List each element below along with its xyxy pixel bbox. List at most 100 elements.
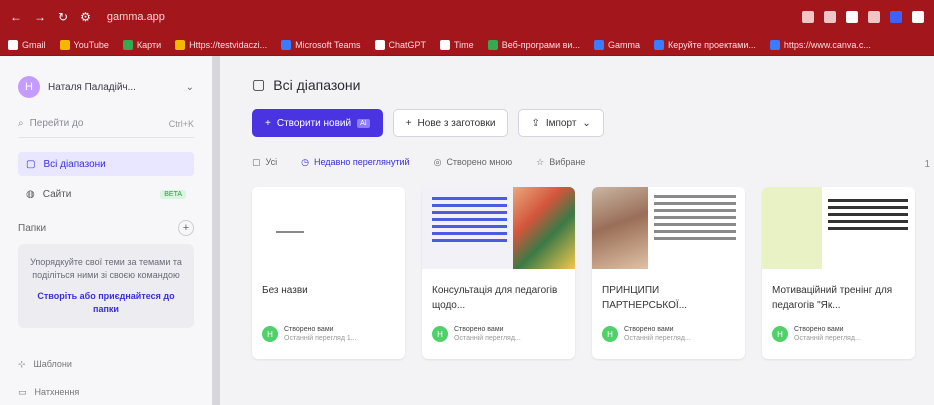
folder-icon: ▢ [26,158,36,170]
extension-icon[interactable] [802,11,814,23]
user-name: Наталя Паладійч... [48,81,136,93]
teams-icon [281,39,292,50]
avatar: Н [262,326,278,342]
card-title: Консультація для педагогів щодо... [432,285,558,311]
chatgpt-icon [374,39,385,50]
create-new-button[interactable]: + Створити новий AI [252,109,383,137]
create-folder-link[interactable]: Створіть або приєднайтеся до папки [28,290,184,316]
bookmark-item[interactable]: Веб-програми ви... [487,39,580,50]
search-shortcut: Ctrl+K [168,118,194,129]
bookmark-item[interactable]: Https://testvidaczi... [175,39,267,50]
thumbnail-text [432,197,507,246]
card-meta: Н Створено вами Останній перегляд... [422,325,575,343]
forward-icon[interactable]: → [34,10,46,24]
browser-actions [802,11,924,23]
inspiration-icon: ▭ [18,386,27,397]
bookmark-item[interactable]: YouTube [59,39,109,50]
overflow-indicator: 1 [924,159,930,170]
page-title: ▢ Всі діапазони [252,76,361,93]
gmail-icon [8,39,18,50]
window-icon[interactable] [846,11,858,23]
bookmark-item[interactable]: https://www.canva.c... [769,39,871,50]
bookmark-item[interactable]: Карти [122,39,161,50]
tab-recent[interactable]: ◷ Недавно переглянутий [301,157,409,168]
menu-icon[interactable] [912,11,924,23]
card-author: Створено вами [624,326,674,333]
thumbnail-text [654,195,736,244]
chevron-down-icon: ⌄ [582,117,591,129]
gamma-icon [593,39,604,50]
card-thumbnail [762,187,915,269]
folders-empty-state: Упорядкуйте свої теми за темами та поділ… [18,244,194,328]
bookmark-item[interactable]: Gmail [8,39,46,50]
toolbar: + Створити новий AI + Нове з заготовки ⇪… [252,109,934,137]
main-content: ▢ Всі діапазони + Створити новий AI + Но… [220,56,934,405]
back-icon[interactable]: ← [10,10,22,24]
new-from-template-button[interactable]: + Нове з заготовки [392,109,509,137]
card-thumbnail [252,187,405,269]
sidebar-item-templates[interactable]: ⊹ Шаблони [18,354,194,374]
user-menu[interactable]: Н Наталя Паладійч... ⌄ [18,68,194,106]
bookmark-star-icon[interactable] [824,11,836,23]
tab-created-by-me[interactable]: ◎ Створено мною [434,157,513,168]
projects-icon [653,39,664,50]
card-meta: Н Створено вами Останній перегляд... [592,325,745,343]
avatar: Н [772,326,788,342]
reload-icon[interactable]: ↻ [58,10,68,24]
bookmark-item[interactable]: ChatGPT [374,39,426,50]
avatar: Н [432,326,448,342]
youtube-icon [59,39,70,50]
gamma-card[interactable]: ПРИНЦИПИ ПАРТНЕРСЬКОЇ... Н Створено вами… [592,187,745,359]
card-meta: Н Створено вами Останній перегляд 1... [252,325,405,343]
time-icon [440,39,451,50]
bookmark-item[interactable]: Time [440,39,474,50]
profile-icon[interactable] [868,11,880,23]
maps-icon [122,39,133,50]
beta-badge: BETA [160,189,186,199]
address-bar[interactable]: gamma.app [107,11,165,23]
bookmark-item[interactable]: Microsoft Teams [281,39,361,50]
canva-icon [769,39,780,50]
thumbnail-text [828,199,908,234]
folder-icon: ▢ [252,76,266,92]
import-icon: ⇪ [531,117,540,129]
thumbnail-image [513,187,575,269]
gamma-cards: Без назви Н Створено вами Останній перег… [252,187,934,359]
import-button[interactable]: ⇪ Імпорт ⌄ [518,109,604,137]
clock-icon: ◷ [301,156,309,167]
gamma-card[interactable]: Мотиваційний тренінг для педагогів "Як..… [762,187,915,359]
chevron-down-icon: ⌄ [185,81,194,93]
gamma-card[interactable]: Без назви Н Створено вами Останній перег… [252,187,405,359]
sidebar-item-sites[interactable]: ◍ Сайти BETA [18,182,194,206]
webapps-icon [487,39,498,50]
add-folder-button[interactable]: + [178,220,194,236]
thumbnail-image [762,187,822,269]
card-author: Створено вами [284,326,334,333]
bookmark-item[interactable]: Керуйте проектами... [653,39,756,50]
sidebar-item-inspiration[interactable]: ▭ Натхнення [18,382,194,402]
sidebar-resize-handle[interactable] [212,56,220,405]
tab-all[interactable]: ▢ Усі [252,157,277,168]
card-thumbnail [422,187,575,269]
gamma-card[interactable]: Консультація для педагогів щодо... Н Ств… [422,187,575,359]
search-input[interactable]: ⌕ Перейти до Ctrl+K [18,110,194,138]
sidebar-item-all-gammas[interactable]: ▢ Всі діапазони [18,152,194,176]
card-title: Без назви [262,285,308,296]
filter-tabs: ▢ Усі ◷ Недавно переглянутий ◎ Створено мно… [252,151,934,173]
site-settings-icon[interactable]: ⚙ [80,10,91,24]
bookmarks-bar: Gmail YouTube Карти Https://testvidaczi.… [0,34,934,56]
card-last-viewed: Останній перегляд... [794,335,861,342]
search-icon: ⌕ [18,118,24,129]
ai-badge: AI [357,118,370,128]
card-last-viewed: Останній перегляд 1... [284,335,357,342]
card-title: Мотиваційний тренінг для педагогів "Як..… [772,285,893,311]
card-last-viewed: Останній перегляд... [624,335,691,342]
extension-blue-icon[interactable] [890,11,902,23]
plus-icon: + [405,117,412,129]
card-title: ПРИНЦИПИ ПАРТНЕРСЬКОЇ... [602,285,688,311]
card-last-viewed: Останній перегляд... [454,335,521,342]
tab-favorites[interactable]: ☆ Вибране [536,157,585,168]
bookmark-item[interactable]: Gamma [593,39,640,50]
folders-empty-text: Упорядкуйте свої теми за темами та поділ… [30,257,182,280]
card-thumbnail [592,187,745,269]
